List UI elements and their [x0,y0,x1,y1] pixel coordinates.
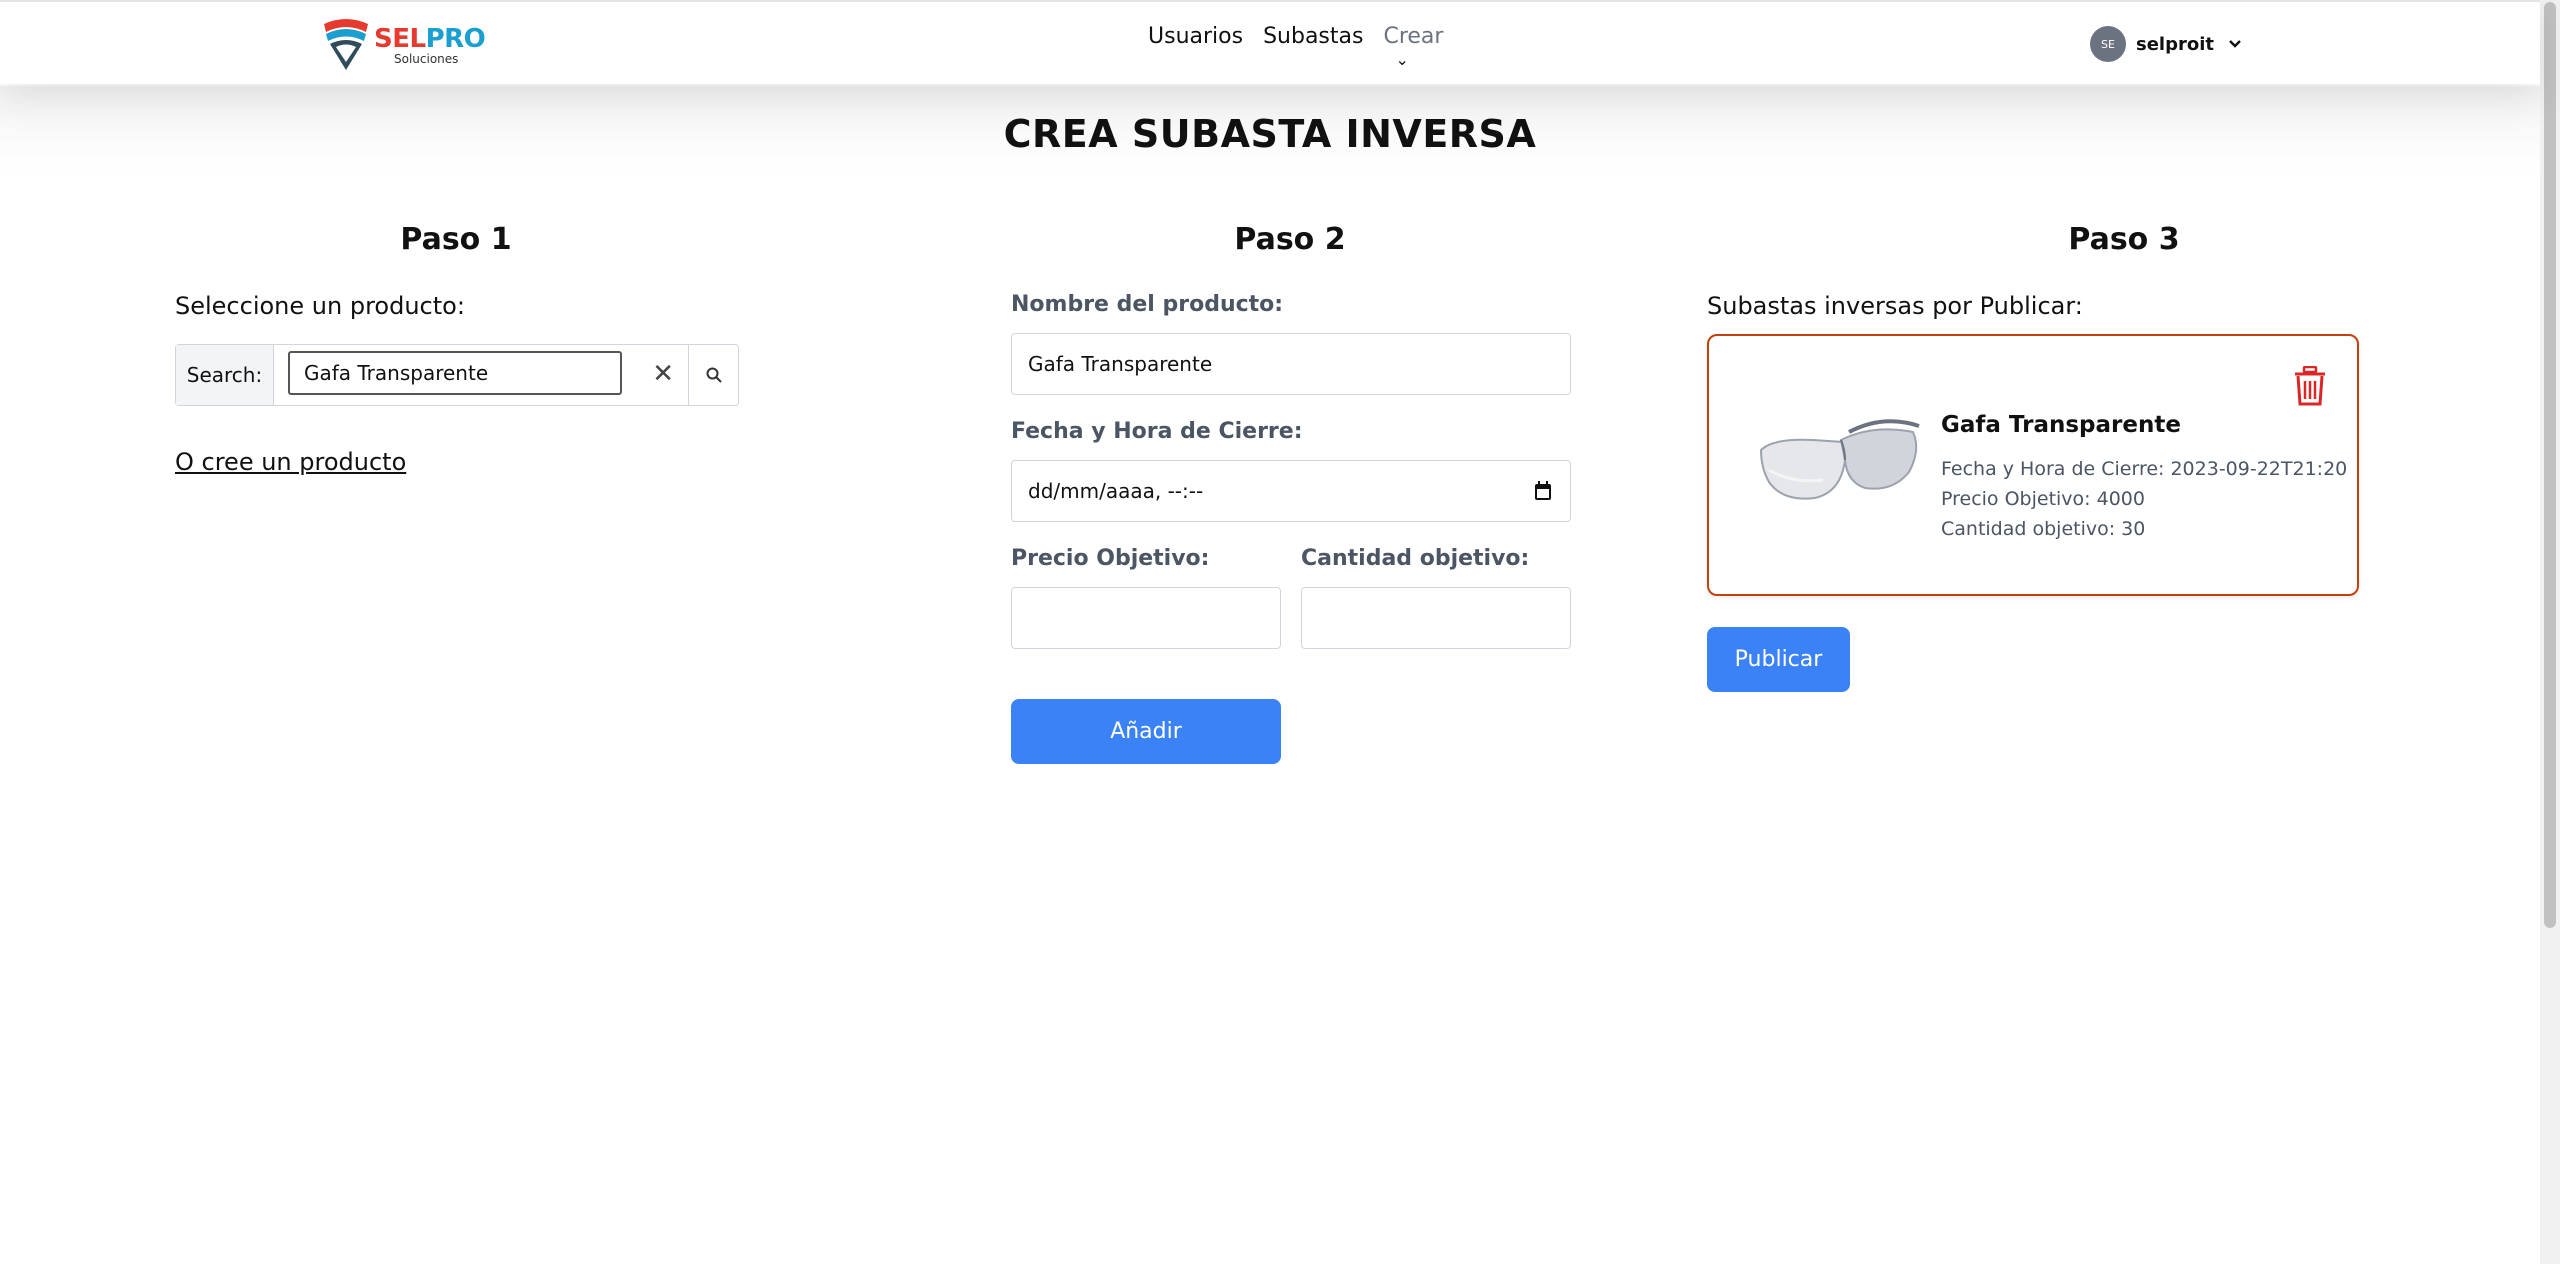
scrollbar-track[interactable] [2540,0,2560,1264]
brand-subtitle: Soluciones [394,52,459,66]
chevron-down-icon: ⌄ [1395,50,1409,69]
avatar: SE [2090,26,2126,62]
main-nav: Usuarios Subastas Crear ⌄ [1148,24,1444,69]
clear-search-icon[interactable]: ✕ [652,359,674,389]
pending-auctions-heading: Subastas inversas por Publicar: [1707,292,2083,320]
add-button[interactable]: Añadir [1011,699,1281,764]
selpro-logo[interactable]: SELPRO Soluciones [320,16,486,74]
card-target-price: Precio Objetivo: 4000 [1941,488,2145,510]
search-input[interactable] [288,351,622,395]
step2-title: Paso 2 [1234,222,1346,257]
nav-item-crear[interactable]: Crear ⌄ [1383,24,1444,69]
page-title: CREA SUBASTA INVERSA [1003,112,1537,156]
target-price-label: Precio Objetivo: [1011,546,1210,571]
safety-glasses-image [1759,419,1920,500]
product-name-field[interactable]: Gafa Transparente [1011,333,1571,395]
target-price-field[interactable] [1011,587,1281,649]
target-qty-field[interactable] [1301,587,1571,649]
create-product-link[interactable]: O cree un producto [175,448,406,476]
search-icon [706,367,722,383]
top-navbar: SELPRO Soluciones Usuarios Subastas Crea… [0,0,2540,84]
nav-item-crear-label: Crear [1383,24,1444,49]
brand-name: SELPRO [374,24,486,54]
search-input-wrap: ✕ [274,345,688,405]
chevron-down-icon [2229,40,2241,48]
scrollbar-thumb[interactable] [2544,2,2556,928]
close-datetime-placeholder: dd/mm/aaaa, --:-- [1028,479,1204,503]
search-button[interactable] [688,345,738,405]
card-target-qty: Cantidad objetivo: 30 [1941,518,2146,540]
card-product-title: Gafa Transparente [1941,412,2181,438]
close-datetime-field[interactable]: dd/mm/aaaa, --:-- [1011,460,1571,522]
search-label: Search: [176,345,274,405]
step1-title: Paso 1 [400,222,512,257]
product-search-group: Search: ✕ [175,344,739,406]
pending-auction-card: Gafa Transparente Fecha y Hora de Cierre… [1707,334,2359,596]
select-product-label: Seleccione un producto: [175,292,465,320]
shield-logo-icon [324,19,368,70]
publish-button[interactable]: Publicar [1707,627,1850,692]
step3-title: Paso 3 [2068,222,2180,257]
card-close-datetime: Fecha y Hora de Cierre: 2023-09-22T21:20 [1941,458,2348,480]
user-menu[interactable]: SE selproit [2090,26,2242,62]
trash-icon[interactable] [2293,366,2327,406]
product-name-label: Nombre del producto: [1011,292,1284,317]
calendar-icon[interactable] [1534,481,1552,501]
nav-item-subastas[interactable]: Subastas [1263,24,1363,49]
target-qty-label: Cantidad objetivo: [1301,546,1530,571]
nav-item-usuarios[interactable]: Usuarios [1148,24,1243,49]
close-datetime-label: Fecha y Hora de Cierre: [1011,419,1303,444]
user-name: selproit [2136,33,2214,55]
